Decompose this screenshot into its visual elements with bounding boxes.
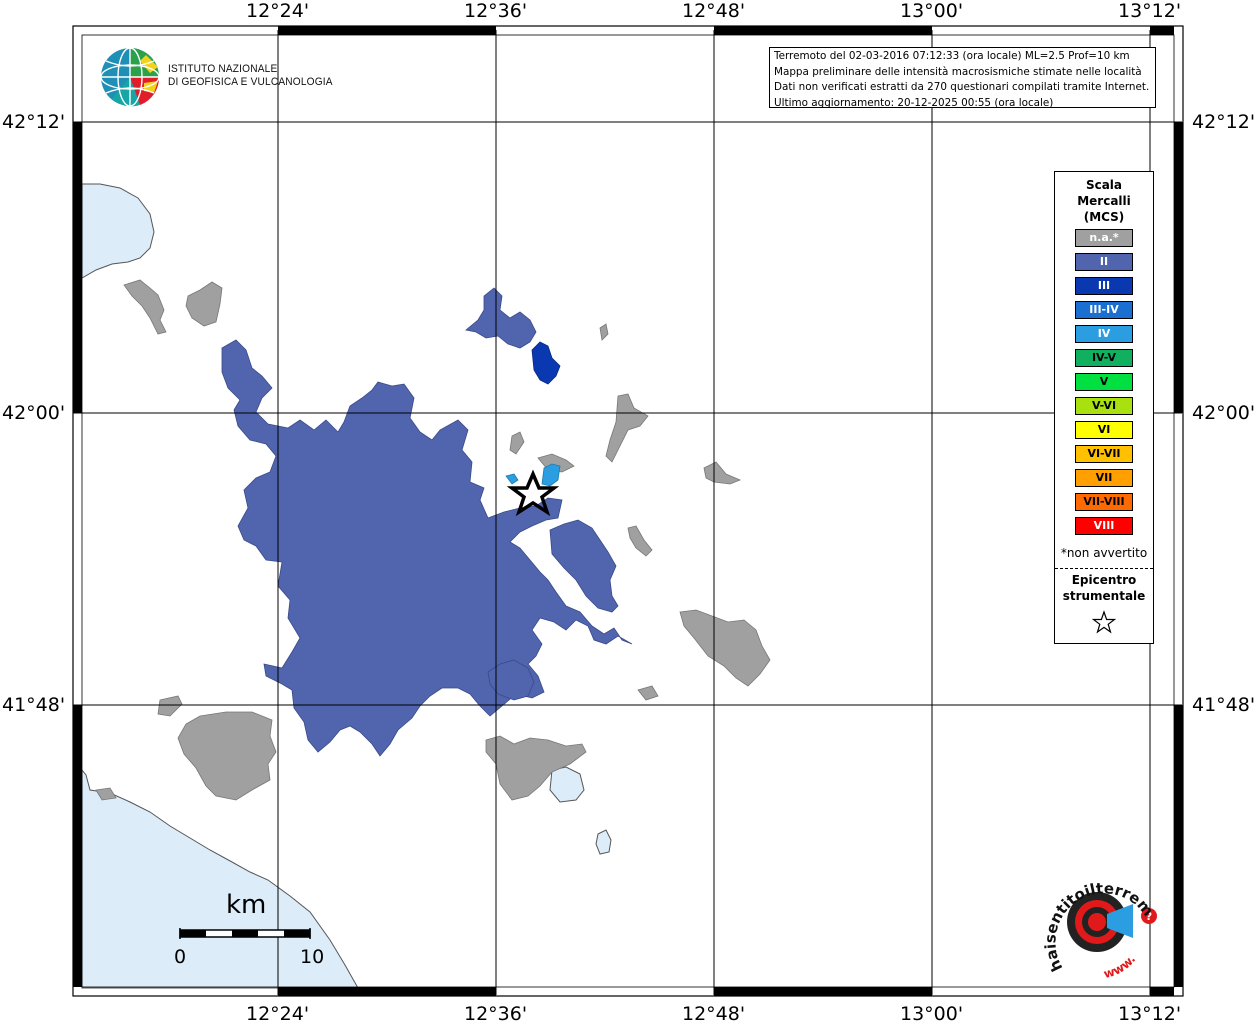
legend-item-ii: II	[1075, 253, 1133, 271]
legend-star-icon	[1091, 610, 1117, 634]
scale-end: 10	[300, 946, 325, 968]
info-line-1: Terremoto del 02-03-2016 07:12:33 (ora l…	[774, 50, 1130, 62]
tick-top-1224: 12°24'	[246, 0, 310, 22]
tick-left-4212: 42°12'	[2, 111, 66, 133]
scale-unit: km	[226, 890, 267, 920]
tick-left-4148: 41°48'	[2, 694, 66, 716]
lake-1	[549, 766, 585, 803]
legend-title-line1: Scala	[1085, 178, 1123, 192]
legend-item-v-vi: V-VI	[1075, 397, 1133, 415]
mcs-legend: Scala Mercalli (MCS) n.a.* II III III-IV IV I…	[1054, 171, 1154, 644]
frame-bars	[73, 26, 1183, 996]
tick-right-4212: 42°12'	[1192, 111, 1256, 133]
legend-item-vi: VI	[1075, 421, 1133, 439]
haisentitoilterremoto-badge-icon: ? haisentitoilterremoto.it www.	[1035, 858, 1157, 981]
legend-item-viii: VIII	[1075, 517, 1133, 535]
scale-bar-graphic	[179, 928, 311, 939]
graticule	[73, 30, 1182, 995]
tick-bottom-1224: 12°24'	[246, 1003, 310, 1025]
ingv-logo-text: ISTITUTO NAZIONALE DI GEOFISICA E VULCAN…	[168, 63, 333, 89]
scale-bar: km 0 10	[170, 890, 330, 970]
legend-item-vi-vii: VI-VII	[1075, 445, 1133, 463]
info-line-4: Ultimo aggiornamento: 20-12-2025 00:55 (…	[774, 96, 1054, 108]
intensity-II-north	[465, 287, 537, 349]
legend-title-line3: (MCS)	[1083, 210, 1125, 224]
intensity-III-area	[531, 341, 561, 385]
legend-item-vii: VII	[1075, 469, 1133, 487]
tick-top-1248: 12°48'	[682, 0, 746, 22]
tick-top-1312: 13°12'	[1118, 0, 1182, 22]
legend-item-iv-v: IV-V	[1075, 349, 1133, 367]
intensity-IV-area-1	[541, 463, 561, 487]
legend-title: Scala Mercalli (MCS)	[1055, 177, 1153, 225]
tick-bottom-1248: 12°48'	[682, 1003, 746, 1025]
tick-left-4200: 42°00'	[2, 402, 66, 424]
legend-title-line2: Mercalli	[1077, 194, 1131, 208]
legend-item-v: V	[1075, 373, 1133, 391]
legend-item-iii: III	[1075, 277, 1133, 295]
tick-right-4148: 41°48'	[1192, 694, 1256, 716]
tick-bottom-1236: 12°36'	[464, 1003, 528, 1025]
intensity-IV-area-2	[505, 473, 519, 485]
tick-right-4200: 42°00'	[1192, 402, 1256, 424]
tick-bottom-1300: 13°00'	[900, 1003, 964, 1025]
info-line-2: Mappa preliminare delle intensità macros…	[774, 65, 1142, 78]
legend-divider	[1055, 568, 1153, 569]
legend-item-n-a: n.a.*	[1075, 229, 1133, 247]
badge-www: www.	[1102, 952, 1138, 981]
earthquake-info-box: Terremoto del 02-03-2016 07:12:33 (ora l…	[769, 47, 1156, 108]
legend-note: *non avvertito	[1060, 546, 1148, 560]
legend-item-vii-viii: VII-VIII	[1075, 493, 1133, 511]
ingv-logo-line2: DI GEOFISICA E VULCANOLOGIA	[168, 76, 333, 88]
map-frame	[72, 25, 1184, 997]
legend-item-iii-iv: III-IV	[1075, 301, 1133, 319]
legend-item-iv: IV	[1075, 325, 1133, 343]
legend-epicenter-line2: strumentale	[1062, 589, 1146, 603]
scale-start: 0	[174, 946, 187, 968]
lake-2	[595, 829, 612, 855]
info-line-3: Dati non verificati estratti da 270 ques…	[774, 81, 1150, 93]
legend-epicenter-line1: Epicentro	[1071, 573, 1137, 587]
ingv-logo-line1: ISTITUTO NAZIONALE	[168, 63, 278, 75]
tick-top-1300: 13°00'	[900, 0, 964, 22]
sea-top-left	[81, 183, 155, 279]
tick-bottom-1312: 13°12'	[1118, 1003, 1182, 1025]
tick-top-1236: 12°36'	[464, 0, 528, 22]
legend-epicenter-label: Epicentro strumentale	[1055, 572, 1153, 604]
